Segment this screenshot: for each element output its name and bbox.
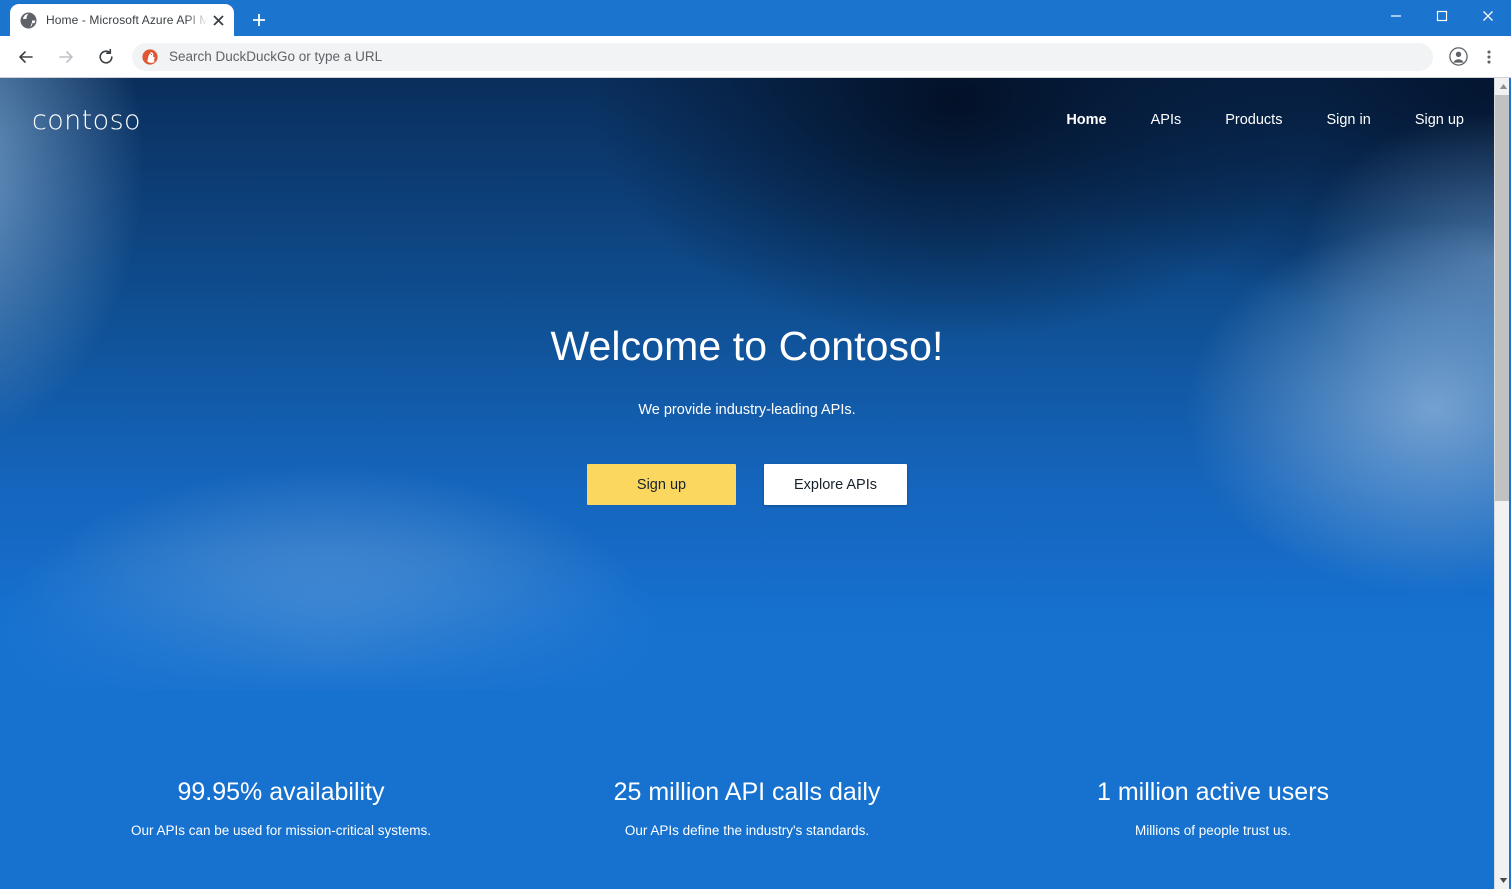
stat-value: 1 million active users: [1096, 778, 1330, 806]
back-button[interactable]: [10, 41, 42, 73]
browser-window: Home - Microsoft Azure API Man Search Du…: [0, 0, 1511, 889]
maximize-button[interactable]: [1419, 0, 1465, 32]
site-navigation-bar: contoso Home APIs Products Sign in Sign …: [0, 78, 1494, 162]
hero-gradient-fade: [0, 548, 1494, 708]
browser-title-bar: Home - Microsoft Azure API Man: [0, 0, 1511, 36]
hero-title: Welcome to Contoso!: [550, 323, 944, 369]
profile-avatar-icon[interactable]: [1444, 43, 1472, 71]
nav-item-home[interactable]: Home: [1066, 106, 1106, 134]
stats-strip: 99.95% availability Our APIs can be used…: [0, 778, 1494, 838]
tab-close-icon[interactable]: [210, 12, 226, 28]
stat-item: 1 million active users Millions of peopl…: [980, 778, 1446, 838]
nav-item-sign-in[interactable]: Sign in: [1326, 106, 1370, 134]
close-window-button[interactable]: [1465, 0, 1511, 32]
stat-description: Our APIs can be used for mission-critica…: [130, 822, 432, 838]
minimize-button[interactable]: [1373, 0, 1419, 32]
window-controls: [1373, 0, 1511, 32]
browser-toolbar: Search DuckDuckGo or type a URL: [0, 36, 1511, 78]
browser-tab[interactable]: Home - Microsoft Azure API Man: [10, 4, 234, 36]
nav-item-products[interactable]: Products: [1225, 106, 1282, 134]
hero-subtitle: We provide industry-leading APIs.: [638, 402, 856, 419]
nav-item-sign-up[interactable]: Sign up: [1415, 106, 1464, 134]
stat-item: 99.95% availability Our APIs can be used…: [48, 778, 514, 838]
globe-icon: [20, 12, 37, 29]
address-bar[interactable]: Search DuckDuckGo or type a URL: [132, 42, 1433, 71]
stat-item: 25 million API calls daily Our APIs defi…: [514, 778, 980, 838]
three-dot-menu-icon[interactable]: [1475, 43, 1503, 71]
explore-apis-button[interactable]: Explore APIs: [764, 464, 907, 506]
stat-description: Our APIs define the industry's standards…: [624, 822, 870, 838]
reload-button[interactable]: [90, 41, 122, 73]
duckduckgo-icon: [142, 48, 158, 65]
nav-item-apis[interactable]: APIs: [1151, 106, 1182, 134]
tab-title: Home - Microsoft Azure API Man: [46, 13, 208, 27]
contoso-developer-portal: contoso Home APIs Products Sign in Sign …: [0, 78, 1494, 889]
new-tab-button[interactable]: [245, 6, 273, 34]
hero-cta-group: Sign up Explore APIs: [0, 464, 1494, 506]
stat-value: 99.95% availability: [177, 778, 385, 806]
page-viewport: contoso Home APIs Products Sign in Sign …: [0, 78, 1511, 889]
forward-button: [50, 41, 82, 73]
sign-up-button[interactable]: Sign up: [587, 464, 736, 506]
tab-strip: Home - Microsoft Azure API Man: [0, 0, 273, 36]
address-bar-placeholder: Search DuckDuckGo or type a URL: [169, 49, 383, 64]
hero-section: Welcome to Contoso! We provide industry-…: [0, 162, 1494, 506]
stat-description: Millions of people trust us.: [1134, 822, 1292, 838]
contoso-logo[interactable]: contoso: [32, 107, 141, 134]
stat-value: 25 million API calls daily: [613, 778, 881, 806]
nav-links: Home APIs Products Sign in Sign up: [1022, 106, 1494, 134]
